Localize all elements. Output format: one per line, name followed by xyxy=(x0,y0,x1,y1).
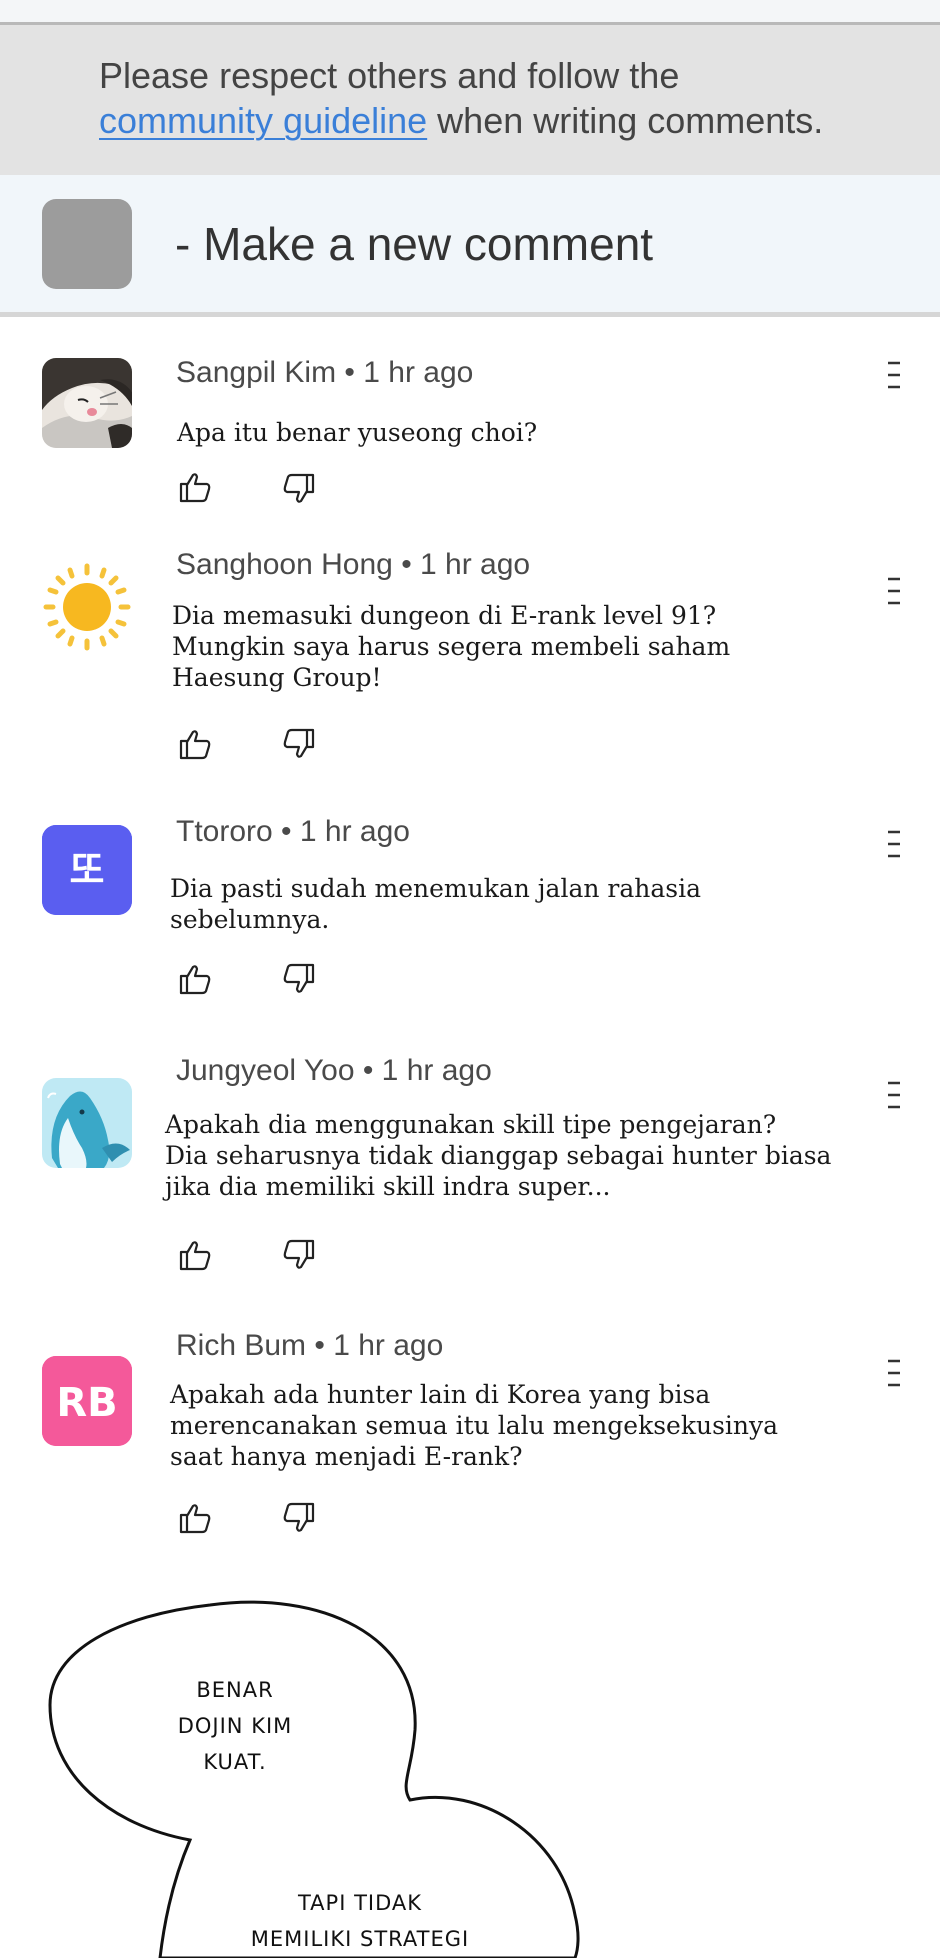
comment-text: Apakah dia menggunakan skill tipe pengej… xyxy=(165,1110,832,1201)
comment-item: Sangpil Kim • 1 hr ago Apa itu benar yus… xyxy=(0,340,940,520)
comment-meta: Ttororo • 1 hr ago xyxy=(176,815,410,848)
cat-avatar xyxy=(42,358,132,448)
svg-text:RB: RB xyxy=(56,1380,117,1426)
comic-panel: BENAR DOJIN KIM KUAT. TAPI TIDAK MEMILIK… xyxy=(0,1585,940,1958)
community-guideline-link[interactable]: community guideline xyxy=(99,100,427,141)
comment-text: Apakah ada hunter lain di Korea yang bis… xyxy=(170,1380,779,1471)
thumbs-down-icon[interactable] xyxy=(282,472,316,506)
thumbs-up-icon[interactable] xyxy=(178,1238,212,1272)
comment-meta: Jungyeol Yoo • 1 hr ago xyxy=(176,1054,492,1087)
thumbs-up-icon[interactable] xyxy=(178,727,212,761)
user-avatar xyxy=(42,199,132,289)
more-menu-icon[interactable] xyxy=(884,1080,904,1110)
more-menu-icon[interactable] xyxy=(884,829,904,859)
thumbs-up-icon[interactable] xyxy=(178,470,212,504)
speech-bubble-1: BENAR DOJIN KIM KUAT. xyxy=(177,1678,293,1774)
new-comment-composer[interactable]: - Make a new comment xyxy=(0,175,940,317)
thumbs-down-icon[interactable] xyxy=(282,1238,316,1272)
comment-item: 또 Ttororo • 1 hr ago Dia pasti sudah men… xyxy=(0,800,940,1020)
thumbs-up-icon[interactable] xyxy=(178,1501,212,1535)
more-menu-icon[interactable] xyxy=(884,1358,904,1388)
comment-item: Jungyeol Yoo • 1 hr ago Apakah dia mengg… xyxy=(0,1040,940,1295)
thumbs-down-icon[interactable] xyxy=(282,727,316,761)
whale-avatar xyxy=(42,1078,132,1168)
comment-text: Dia memasuki dungeon di E-rank level 91?… xyxy=(172,601,731,692)
more-menu-icon[interactable] xyxy=(884,360,904,390)
top-strip xyxy=(0,0,940,25)
more-menu-icon[interactable] xyxy=(884,576,904,606)
comment-meta: Rich Bum • 1 hr ago xyxy=(176,1329,444,1362)
rich-bum-avatar: RB xyxy=(42,1356,132,1446)
community-notice: Please respect others and follow the com… xyxy=(0,25,940,175)
ttororo-avatar: 또 xyxy=(42,825,132,915)
comment-text: Dia pasti sudah menemukan jalan rahasia … xyxy=(170,874,702,934)
speech-bubble-2: TAPI TIDAK MEMILIKI STRATEGI xyxy=(250,1891,470,1951)
comment-item: Sanghoon Hong • 1 hr ago Dia memasuki du… xyxy=(0,535,940,785)
svg-text:또: 또 xyxy=(70,848,105,892)
comment-meta: Sanghoon Hong • 1 hr ago xyxy=(176,548,531,581)
thumbs-up-icon[interactable] xyxy=(178,962,212,996)
notice-text: Please respect others and follow the com… xyxy=(99,53,919,143)
thumbs-down-icon[interactable] xyxy=(282,1501,316,1535)
sun-avatar xyxy=(42,562,132,652)
notice-line-2: when writing comments. xyxy=(427,100,824,141)
comment-meta: Sangpil Kim • 1 hr ago xyxy=(176,356,474,389)
comment-text: Apa itu benar yuseong choi? xyxy=(177,418,538,447)
thumbs-down-icon[interactable] xyxy=(282,962,316,996)
notice-line-1: Please respect others and follow the xyxy=(99,55,680,96)
new-comment-label[interactable]: - Make a new comment xyxy=(175,217,653,271)
comment-item: RB Rich Bum • 1 hr ago Apakah ada hunter… xyxy=(0,1315,940,1555)
